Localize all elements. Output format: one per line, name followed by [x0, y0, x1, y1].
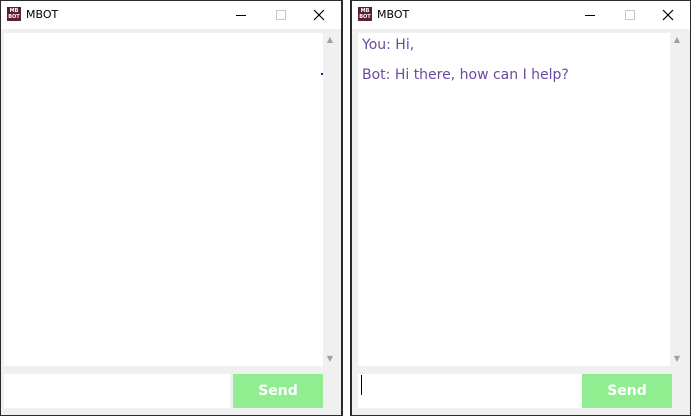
close-button[interactable]	[648, 1, 688, 29]
cursor-dot	[321, 73, 323, 75]
window-title: MBOT	[26, 8, 59, 21]
message-input[interactable]	[358, 374, 582, 408]
minimize-button[interactable]	[570, 1, 610, 29]
minimize-icon	[585, 15, 595, 16]
maximize-button[interactable]	[261, 1, 301, 29]
scroll-down-icon[interactable]: ▼	[323, 352, 337, 366]
scroll-up-icon[interactable]: ▲	[323, 33, 337, 47]
close-button[interactable]	[299, 1, 339, 29]
close-icon	[313, 9, 325, 21]
title-bar[interactable]: MB BOT MBOT	[352, 1, 690, 29]
chat-window-left: MB BOT MBOT ▲ ▼ Send	[0, 0, 343, 416]
chat-log[interactable]: You: Hi, Bot: Hi there, how can I help?	[358, 33, 670, 366]
scroll-up-icon[interactable]: ▲	[670, 33, 684, 47]
chat-message: You: Hi,	[362, 37, 415, 53]
chat-message: Bot: Hi there, how can I help?	[362, 67, 569, 83]
chat-window-right: MB BOT MBOT You: Hi, Bot: Hi there, how …	[350, 0, 691, 416]
chat-scrollbar[interactable]: ▲ ▼	[323, 33, 337, 366]
app-icon: MB BOT	[358, 7, 372, 21]
send-button[interactable]: Send	[582, 374, 672, 408]
maximize-icon	[625, 10, 635, 20]
app-icon: MB BOT	[7, 7, 21, 21]
minimize-button[interactable]	[221, 1, 261, 29]
close-icon	[662, 9, 674, 21]
title-bar[interactable]: MB BOT MBOT	[1, 1, 341, 29]
message-input[interactable]	[4, 374, 230, 408]
maximize-icon	[276, 10, 286, 20]
maximize-button[interactable]	[610, 1, 650, 29]
window-title: MBOT	[377, 8, 410, 21]
minimize-icon	[236, 15, 246, 16]
chat-scrollbar[interactable]: ▲ ▼	[670, 33, 684, 366]
scroll-down-icon[interactable]: ▼	[670, 352, 684, 366]
text-caret	[361, 375, 362, 395]
send-button[interactable]: Send	[233, 374, 323, 408]
chat-log[interactable]	[4, 33, 323, 366]
